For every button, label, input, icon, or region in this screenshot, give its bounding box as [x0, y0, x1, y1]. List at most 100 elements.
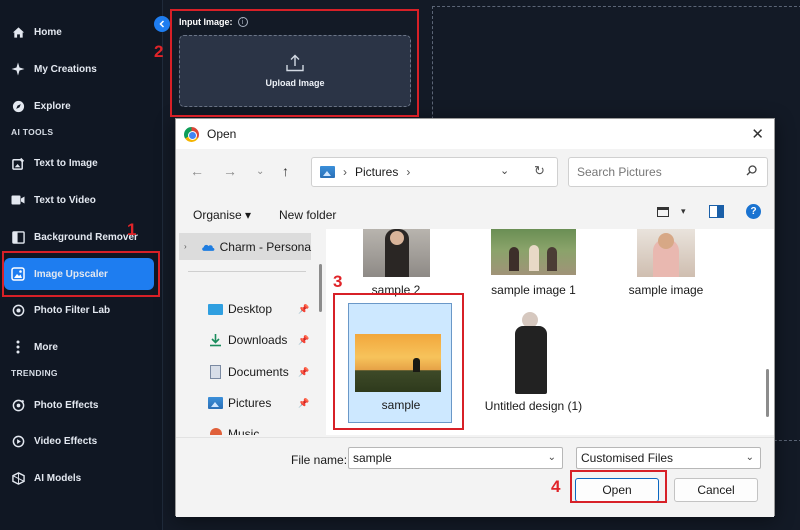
file-type-select[interactable]: Customised Files ⌄	[576, 447, 761, 469]
thumb-face	[658, 233, 674, 249]
sidebar-item-my-creations[interactable]: My Creations	[0, 56, 160, 82]
refresh-icon[interactable]: ↻	[534, 163, 545, 179]
help-icon[interactable]: ?	[746, 204, 761, 219]
sidebar-item-label: Photo Effects	[34, 399, 99, 411]
video-icon	[11, 193, 25, 207]
annotation-step-3: 3	[333, 272, 343, 291]
sidebar-item-text-to-video[interactable]: Text to Video	[0, 187, 160, 213]
view-dropdown-icon[interactable]: ▾	[681, 206, 686, 217]
file-name-input[interactable]: sample ⌄	[348, 447, 563, 469]
annotation-step-1: 1	[127, 220, 137, 239]
address-row: ← → ⌄ ↑ › Pictures › ⌄ ↻ Search Pictures	[176, 155, 774, 187]
annotation-step-2: 2	[154, 42, 164, 61]
sidebar-item-label: Video Effects	[34, 435, 98, 447]
nav-item-label: Charm - Persona	[219, 239, 311, 254]
cancel-button[interactable]: Cancel	[674, 478, 758, 502]
organise-menu[interactable]: Organise ▾	[193, 208, 251, 222]
address-bar[interactable]: › Pictures › ⌄ ↻	[311, 157, 558, 187]
pin-icon: 📌	[298, 334, 310, 345]
thumb-figure	[529, 245, 539, 271]
forward-arrow-icon[interactable]: →	[223, 163, 237, 179]
file-thumbnail-sample-image-1[interactable]	[491, 229, 576, 275]
breadcrumb-separator: ›	[406, 165, 411, 179]
more-vertical-icon	[11, 340, 25, 354]
pictures-icon	[208, 397, 223, 410]
file-name-untitled-design[interactable]: Untitled design (1)	[481, 399, 586, 414]
thumb-figure	[515, 326, 547, 394]
sidebar-item-explore[interactable]: Explore	[0, 93, 160, 119]
nav-pane-scrollbar[interactable]	[319, 264, 322, 312]
sidebar-item-ai-models[interactable]: AI Models	[0, 465, 160, 491]
documents-icon	[208, 365, 223, 379]
file-name-value: sample	[353, 451, 392, 465]
open-file-dialog: Open ✕ ← → ⌄ ↑ › Pictures › ⌄ ↻ Search P…	[175, 118, 775, 517]
music-icon	[208, 428, 223, 435]
pictures-folder-icon	[320, 166, 335, 178]
nav-item-downloads[interactable]: Downloads 📌	[208, 329, 313, 351]
sidebar-item-home[interactable]: Home	[0, 19, 160, 45]
nav-item-music[interactable]: Music	[208, 423, 313, 435]
photo-effects-icon	[11, 398, 25, 412]
nav-item-onedrive[interactable]: › Charm - Persona	[179, 233, 311, 260]
up-arrow-icon[interactable]: ↑	[282, 163, 289, 179]
sidebar-item-photo-effects[interactable]: Photo Effects	[0, 392, 160, 418]
file-thumbnail-sample-image[interactable]	[637, 229, 695, 277]
sidebar-item-more[interactable]: More	[0, 334, 160, 360]
breadcrumb-pictures[interactable]: Pictures	[355, 165, 398, 179]
sidebar-item-label: My Creations	[34, 63, 97, 75]
search-input[interactable]: Search Pictures	[568, 157, 768, 187]
video-effects-icon	[11, 434, 25, 448]
nav-item-desktop[interactable]: Desktop 📌	[208, 298, 313, 320]
file-name-label: File name:	[291, 453, 348, 467]
compass-icon	[11, 99, 25, 113]
annotation-box-4	[570, 470, 667, 503]
search-placeholder: Search Pictures	[577, 165, 662, 179]
thumb-face	[390, 231, 404, 245]
chevron-right-icon: ›	[184, 242, 187, 251]
image-edit-icon	[11, 156, 25, 170]
sidebar-item-label: Text to Video	[34, 194, 96, 206]
annotation-box-2	[170, 9, 419, 117]
file-thumbnail-untitled-design[interactable]	[512, 308, 555, 394]
annotation-box-3	[333, 293, 464, 430]
nav-item-label: Music	[228, 427, 260, 435]
view-options-icon[interactable]	[657, 207, 669, 217]
nav-item-label: Pictures	[228, 396, 272, 410]
desktop-icon	[208, 303, 223, 316]
nav-item-label: Documents	[228, 365, 289, 379]
sidebar-item-label: Photo Filter Lab	[34, 304, 111, 316]
file-thumbnail-sample-2[interactable]	[363, 229, 430, 277]
preview-pane-icon[interactable]	[709, 205, 724, 218]
sidebar-item-label: AI Models	[34, 472, 82, 484]
nav-item-pictures[interactable]: Pictures 📌	[208, 392, 313, 414]
ai-models-icon	[11, 471, 25, 485]
file-name-sample-image[interactable]: sample image	[616, 283, 716, 297]
sidebar-item-label: More	[34, 341, 58, 353]
file-name-sample-image-1[interactable]: sample image 1	[481, 283, 586, 297]
sidebar-item-label: Text to Image	[34, 157, 98, 169]
nav-item-documents[interactable]: Documents 📌	[208, 361, 313, 383]
file-list-scrollbar[interactable]	[766, 369, 769, 417]
address-dropdown-icon[interactable]: ⌄	[500, 164, 509, 177]
section-ai-tools: AI TOOLS	[11, 127, 54, 137]
download-icon	[208, 334, 223, 347]
chrome-icon	[184, 126, 199, 142]
recent-locations-icon[interactable]: ⌄	[256, 166, 264, 177]
sidebar-item-video-effects[interactable]: Video Effects	[0, 428, 160, 454]
sidebar-item-label: Explore	[34, 100, 71, 112]
sidebar-item-text-to-image[interactable]: Text to Image	[0, 150, 160, 176]
chevron-left-icon	[159, 20, 165, 28]
command-bar: Organise ▾ New folder ▾ ?	[176, 203, 774, 227]
chevron-down-icon[interactable]: ⌄	[548, 452, 556, 463]
new-folder-button[interactable]: New folder	[279, 208, 336, 222]
close-icon[interactable]: ✕	[751, 125, 764, 143]
back-arrow-icon[interactable]: ←	[190, 163, 204, 179]
thumb-figure	[509, 247, 519, 271]
pin-icon: 📌	[298, 303, 310, 314]
annotation-step-4: 4	[551, 477, 561, 496]
dialog-titlebar: Open ✕	[176, 119, 774, 149]
camera-filter-icon	[11, 303, 25, 317]
sidebar-item-photo-filter-lab[interactable]: Photo Filter Lab	[0, 297, 160, 323]
sidebar-collapse-button[interactable]	[154, 16, 170, 32]
search-icon	[746, 165, 757, 179]
